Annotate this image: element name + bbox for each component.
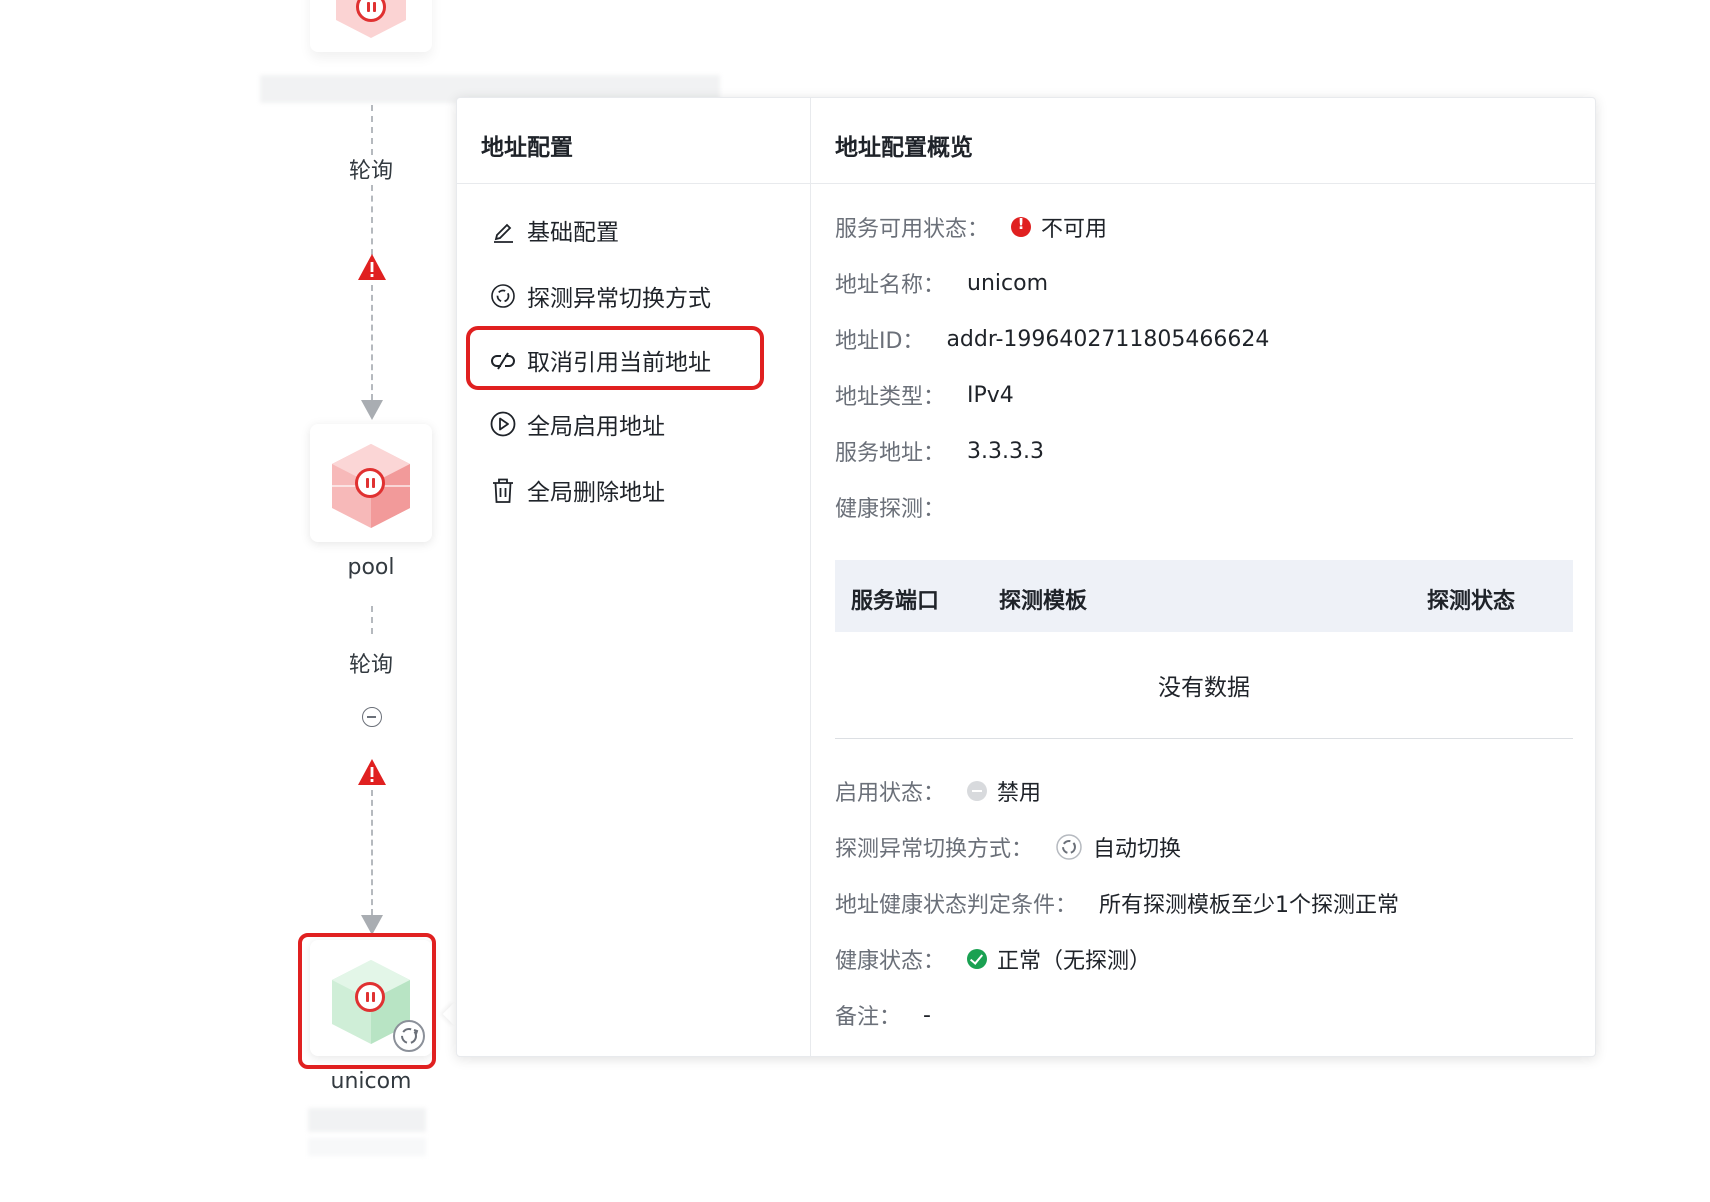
address-name-label: 地址名称：	[835, 273, 946, 298]
disabled-status-icon	[967, 781, 988, 801]
table-header: 服务端口 探测模板 探测状态	[835, 560, 1573, 632]
service-status-value: 不可用	[1041, 217, 1108, 242]
play-circle-icon	[490, 411, 516, 437]
connector-line	[371, 790, 373, 915]
arrow-down-icon	[361, 915, 383, 935]
probe-table: 服务端口 探测模板 探测状态 没有数据	[835, 560, 1573, 739]
health-status-label: 健康状态：	[835, 949, 946, 974]
enable-status-value: 禁用	[997, 781, 1042, 806]
health-condition-label: 地址健康状态判定条件：	[835, 893, 1078, 918]
canvas: 轮询 pool 轮询 unicom 地址配置 地址配置概览 基础配置 探测异常切…	[0, 0, 1710, 1202]
warning-icon	[358, 254, 386, 280]
connector-line	[371, 606, 373, 634]
service-status-row: 服务可用状态： 不可用	[835, 211, 1107, 243]
address-id-label: 地址ID：	[835, 329, 925, 354]
address-config-popover: 地址配置 地址配置概览 基础配置 探测异常切换方式 取消引用当前地址 全局启用地…	[456, 97, 1596, 1057]
health-status-row: 健康状态： 正常（无探测）	[835, 943, 1151, 975]
healthy-status-icon	[967, 949, 988, 969]
address-name-row: 地址名称： unicom	[835, 267, 1048, 299]
address-type-value: IPv4	[967, 382, 1014, 408]
paused-icon	[355, 468, 385, 498]
edge-label-round-robin: 轮询	[348, 159, 393, 184]
column-divider	[810, 98, 811, 1056]
arrow-down-icon	[361, 400, 383, 420]
edge-label-round-robin: 轮询	[348, 653, 393, 678]
pool-node[interactable]	[310, 424, 432, 542]
health-probe-label: 健康探测：	[835, 497, 946, 522]
menu-item-label: 基础配置	[527, 220, 619, 246]
address-type-row: 地址类型： IPv4	[835, 379, 1014, 411]
selected-node-highlight	[298, 933, 436, 1069]
address-id-value: addr-1996402711805466624	[946, 326, 1270, 352]
health-condition-row: 地址健康状态判定条件： 所有探测模板至少1个探测正常	[835, 887, 1399, 919]
address-type-label: 地址类型：	[835, 385, 946, 410]
switch-mode-value: 自动切换	[1093, 837, 1182, 862]
service-address-row: 服务地址： 3.3.3.3	[835, 435, 1044, 467]
connector-line	[371, 285, 373, 400]
column-header: 探测状态	[1427, 589, 1516, 614]
switch-mode-icon	[491, 284, 515, 308]
blurred-label	[308, 1108, 426, 1132]
header-divider	[457, 183, 1595, 184]
menu-item-label: 全局启用地址	[527, 414, 665, 440]
address-name-value: unicom	[967, 270, 1049, 296]
remark-value: -	[923, 1002, 931, 1028]
service-address-value: 3.3.3.3	[967, 438, 1044, 464]
switch-mode-row: 探测异常切换方式： 自动切换	[835, 831, 1181, 863]
address-id-row: 地址ID： addr-1996402711805466624	[835, 323, 1269, 355]
column-header: 服务端口	[851, 589, 940, 614]
remark-label: 备注：	[835, 1005, 902, 1030]
pool-node-label: pool	[347, 555, 395, 580]
switch-mode-label: 探测异常切换方式：	[835, 837, 1034, 862]
blurred-label	[308, 1138, 426, 1156]
health-probe-row: 健康探测：	[835, 491, 945, 523]
trash-icon	[493, 478, 513, 503]
service-status-label: 服务可用状态：	[835, 217, 990, 242]
warning-icon	[358, 759, 386, 785]
menu-title: 地址配置	[481, 135, 573, 161]
edit-icon	[494, 223, 513, 243]
menu-item-label: 探测异常切换方式	[527, 286, 711, 312]
health-status-value: 正常（无探测）	[997, 949, 1152, 974]
table-empty-text: 没有数据	[835, 632, 1573, 739]
connector-line	[371, 105, 373, 155]
enable-status-label: 启用状态：	[835, 781, 946, 806]
unicom-node-label: unicom	[330, 1069, 412, 1094]
menu-item-label: 全局删除地址	[527, 480, 665, 506]
column-header: 探测模板	[999, 589, 1088, 614]
service-address-label: 服务地址：	[835, 441, 946, 466]
menu-item-highlight	[466, 326, 764, 390]
auto-switch-icon	[1056, 834, 1082, 860]
menu-item-switch-mode[interactable]: 探测异常切换方式	[489, 276, 711, 316]
health-condition-value: 所有探测模板至少1个探测正常	[1099, 893, 1400, 918]
overview-title: 地址配置概览	[835, 135, 973, 161]
menu-item-global-enable[interactable]: 全局启用地址	[489, 404, 665, 444]
unavailable-status-icon	[1011, 215, 1032, 237]
menu-item-global-delete[interactable]: 全局删除地址	[489, 470, 665, 510]
disabled-circle-icon	[362, 707, 382, 727]
enable-status-row: 启用状态： 禁用	[835, 775, 1041, 807]
upper-node[interactable]	[310, 0, 432, 52]
remark-row: 备注： -	[835, 999, 931, 1031]
menu-item-basic-config[interactable]: 基础配置	[489, 210, 619, 250]
connector-line	[371, 185, 373, 255]
